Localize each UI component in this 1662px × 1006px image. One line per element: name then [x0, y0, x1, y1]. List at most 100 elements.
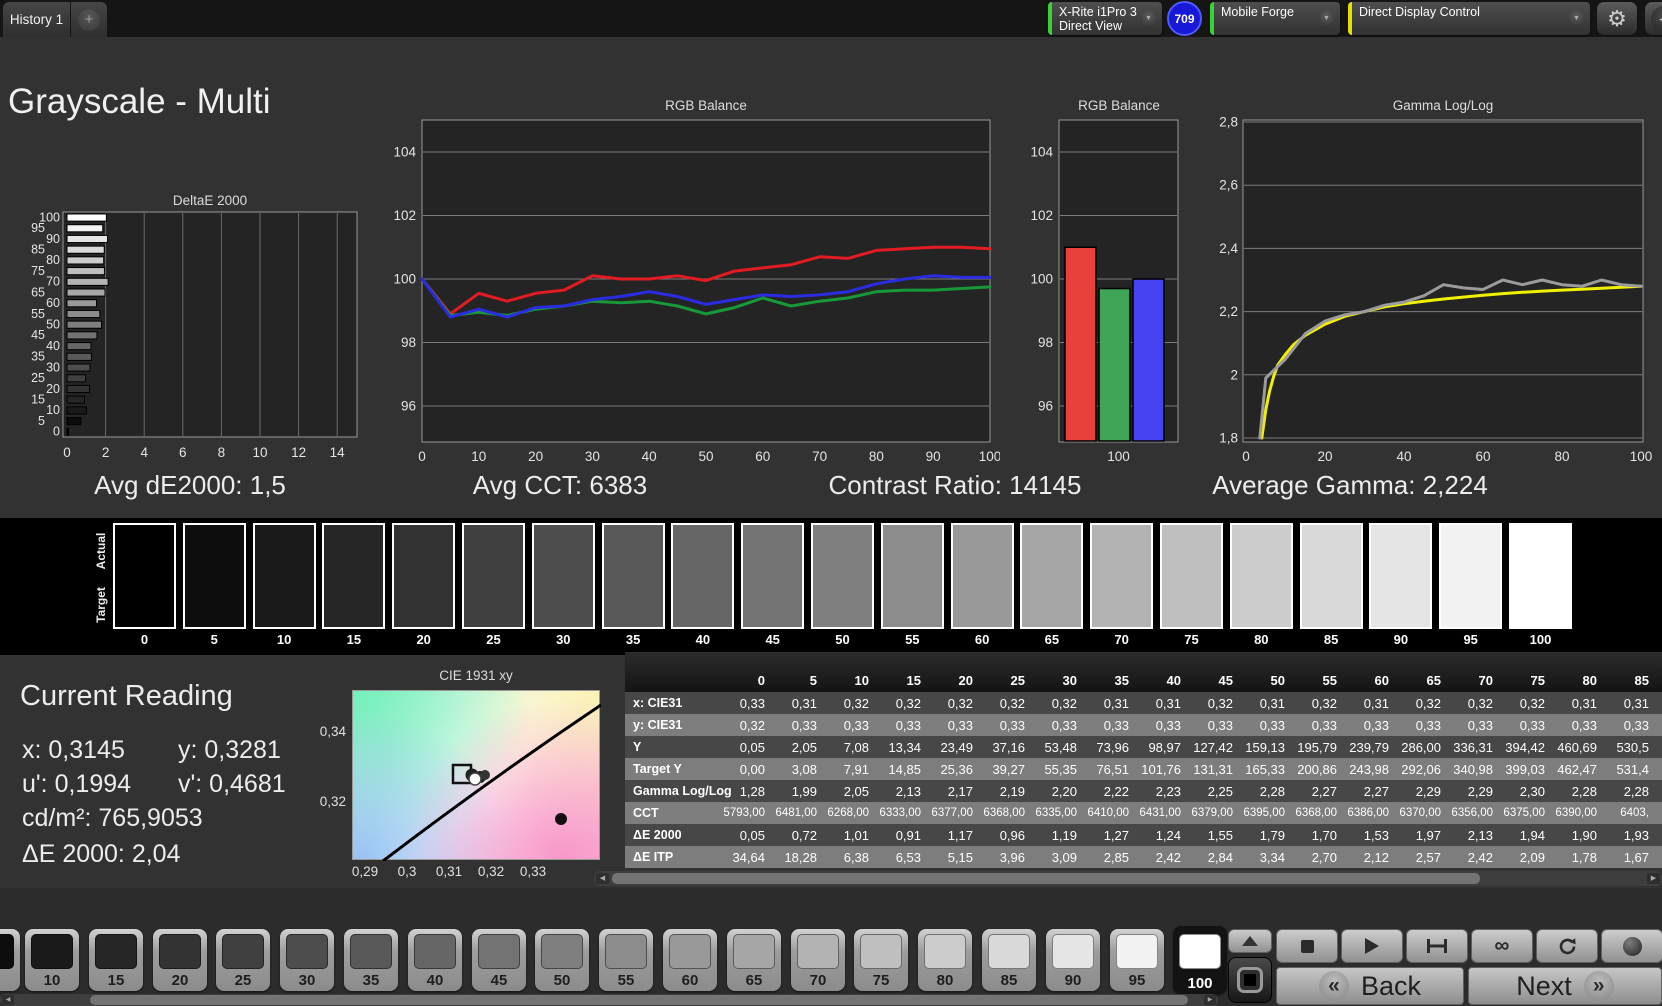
table-cell: 462,47 [1553, 762, 1605, 777]
patch-button[interactable]: 95 [1110, 929, 1164, 991]
patch-scrollbar-thumb[interactable] [90, 995, 1188, 1005]
table-cell: 243,98 [1345, 762, 1397, 777]
patch-button[interactable]: 70 [791, 929, 845, 991]
table-cell: 0,32 [929, 696, 981, 711]
table-cell: 0,32 [1397, 696, 1449, 711]
patch-button[interactable]: 50 [535, 929, 589, 991]
page-title: Grayscale - Multi [8, 82, 271, 122]
table-row: Target Y0,003,087,9114,8525,3639,2755,35… [625, 758, 1662, 780]
patch-swatch [1052, 934, 1094, 969]
table-column-header: 0 [721, 673, 773, 692]
top-bar: History 1 + X-Rite i1Pro 3 Direct View ▼… [0, 0, 1662, 37]
refresh-button[interactable] [1536, 929, 1598, 963]
swatch-level-label: 0 [109, 632, 180, 647]
patch-swatch [1179, 934, 1221, 969]
table-cell: 6410,00 [1085, 807, 1137, 819]
table-cell: 2,42 [1449, 850, 1501, 865]
grayscale-swatch [253, 523, 316, 629]
patch-button[interactable]: 35 [344, 929, 398, 991]
stop-button[interactable] [1276, 929, 1338, 963]
source-dropdown[interactable]: Mobile Forge ▼ [1210, 2, 1340, 35]
reading-x: x: 0,3145 [22, 736, 125, 765]
patch-swatch [733, 934, 775, 969]
patch-button[interactable]: 15 [89, 929, 143, 991]
display-control-dropdown[interactable]: Direct Display Control ▼ [1348, 2, 1590, 35]
play-button[interactable] [1341, 929, 1403, 963]
patch-button[interactable]: 10 [25, 929, 79, 991]
expand-patch-panel-button[interactable] [1228, 929, 1272, 953]
patch-button[interactable]: 20 [153, 929, 207, 991]
patch-button[interactable]: 45 [472, 929, 526, 991]
swatch-level-label: 85 [1296, 632, 1367, 647]
svg-text:0: 0 [1242, 449, 1250, 464]
svg-text:2,4: 2,4 [1219, 241, 1238, 256]
table-cell: 0,33 [1605, 718, 1657, 733]
svg-text:15: 15 [31, 393, 45, 407]
svg-text:65: 65 [31, 285, 45, 299]
pattern-window-button[interactable] [1228, 957, 1272, 1003]
patch-button[interactable]: 65 [727, 929, 781, 991]
next-button[interactable]: Next » [1468, 967, 1662, 1005]
table-scroll-right-icon[interactable]: ▶ [1647, 873, 1660, 884]
patch-button[interactable]: 5 [0, 929, 20, 991]
table-cell: 2,70 [1293, 850, 1345, 865]
patch-label: 60 [663, 972, 717, 989]
meter-dropdown[interactable]: X-Rite i1Pro 3 Direct View ▼ [1048, 2, 1162, 35]
calibration-app: History 1 + X-Rite i1Pro 3 Direct View ▼… [0, 0, 1662, 1006]
patch-button[interactable]: 25 [216, 929, 270, 991]
table-cell: 0,33 [825, 718, 877, 733]
patch-scroll-left-icon[interactable]: ◀ [2, 995, 14, 1005]
patch-swatch [669, 934, 711, 969]
table-cell: 3,96 [981, 850, 1033, 865]
colorspace-badge[interactable]: 709 [1167, 1, 1202, 36]
svg-text:96: 96 [1038, 399, 1053, 414]
table-cell: 0,33 [1293, 718, 1345, 733]
add-tab-button[interactable]: + [71, 2, 107, 37]
pattern-size-button[interactable] [1406, 929, 1468, 963]
svg-text:100: 100 [1030, 272, 1053, 287]
svg-text:100: 100 [39, 210, 60, 224]
indicator-button[interactable] [1601, 929, 1662, 963]
grayscale-swatch [602, 523, 665, 629]
tab-history-1[interactable]: History 1 [3, 2, 70, 37]
svg-text:20: 20 [1317, 449, 1332, 464]
patch-label: 45 [472, 972, 526, 989]
svg-text:75: 75 [31, 264, 45, 278]
patch-button[interactable]: 40 [408, 929, 462, 991]
svg-text:1,8: 1,8 [1219, 431, 1238, 446]
svg-text:60: 60 [1475, 449, 1490, 464]
collapse-panel-button[interactable]: ◀ [1644, 1, 1662, 36]
table-cell: 0,33 [1137, 718, 1189, 733]
patch-button[interactable]: 85 [982, 929, 1036, 991]
table-cell: 2,05 [825, 784, 877, 799]
table-cell: 0,32 [825, 696, 877, 711]
patch-button-selected[interactable]: 100 [1173, 926, 1227, 994]
patch-scroll-right-icon[interactable]: ▶ [1204, 995, 1216, 1005]
patch-button[interactable]: 60 [663, 929, 717, 991]
table-cell: 2,05 [773, 740, 825, 755]
table-cell: 73,96 [1085, 740, 1137, 755]
play-icon [1365, 938, 1379, 954]
svg-text:5: 5 [38, 414, 45, 428]
table-row-label: Target Y [625, 762, 721, 776]
table-scrollbar-thumb[interactable] [612, 873, 1480, 884]
loop-button[interactable]: ∞ [1471, 929, 1533, 963]
svg-text:90: 90 [46, 232, 60, 246]
table-cell: 98,97 [1137, 740, 1189, 755]
patch-button[interactable]: 90 [1046, 929, 1100, 991]
table-cell: 6377,00 [929, 807, 981, 819]
patch-button[interactable]: 75 [854, 929, 908, 991]
table-scroll-left-icon[interactable]: ◀ [596, 873, 609, 884]
cie-chart-title: CIE 1931 xy [352, 668, 600, 683]
table-cell: 6368,00 [981, 807, 1033, 819]
patch-button[interactable]: 30 [280, 929, 334, 991]
patch-button[interactable]: 80 [918, 929, 972, 991]
patch-button[interactable]: 55 [599, 929, 653, 991]
plus-icon: + [78, 9, 100, 31]
swatch-level-label: 80 [1226, 632, 1297, 647]
back-button[interactable]: « Back [1276, 967, 1464, 1005]
grayscale-swatch [1509, 523, 1572, 629]
swatch-level-label: 70 [1086, 632, 1157, 647]
settings-button[interactable]: ⚙ [1596, 1, 1638, 36]
table-cell: 0,31 [1137, 696, 1189, 711]
